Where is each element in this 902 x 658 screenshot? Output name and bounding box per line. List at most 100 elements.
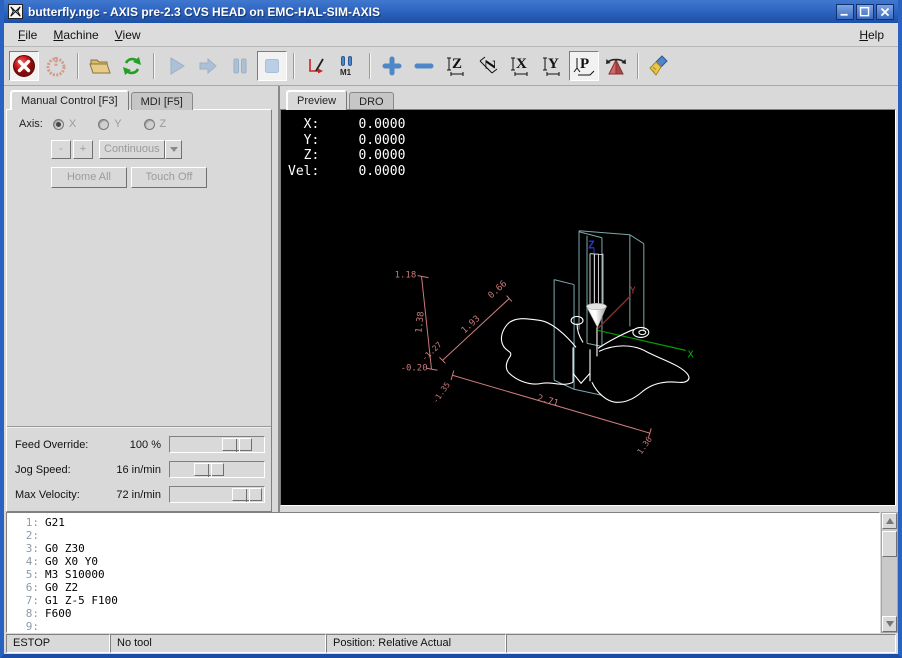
power-icon xyxy=(46,57,66,77)
gcode-line[interactable]: 4: G0 X0 Y0 xyxy=(13,555,879,568)
jog-minus-button[interactable]: - xyxy=(51,140,71,159)
gcode-area: 1: G21 2: 3: G0 Z30 4: G0 X0 Y0 5: M3 S10000 6: G0… xyxy=(4,512,898,633)
gcode-text: G1 Z-5 F100 xyxy=(45,594,118,607)
view-front-button[interactable]: Y xyxy=(537,51,567,81)
slider-label: Jog Speed: xyxy=(15,463,71,476)
jog-mode-value: Continuous xyxy=(99,140,165,159)
power-button[interactable] xyxy=(41,51,71,81)
run-icon xyxy=(170,57,185,75)
status-position-mode: Position: Relative Actual xyxy=(326,634,506,653)
view-perspective-button[interactable]: P xyxy=(569,51,599,81)
preview-canvas[interactable]: X: 0.0000 Y: 0.0000 Z: 0.0000 Vel: 0.0000 xyxy=(280,109,896,506)
scroll-down-icon[interactable] xyxy=(882,616,897,632)
minimize-button[interactable] xyxy=(836,3,854,20)
slider-track[interactable] xyxy=(169,486,265,503)
slider-thumb[interactable] xyxy=(232,488,263,502)
tab-mdi[interactable]: MDI [F5] xyxy=(130,92,193,110)
dimension-lines xyxy=(417,275,652,439)
tool-wireframe xyxy=(589,253,604,306)
gcode-scrollbar[interactable] xyxy=(881,512,898,633)
axis-radio-z[interactable] xyxy=(143,118,155,130)
tab-dro[interactable]: DRO xyxy=(349,92,394,110)
slider-thumb[interactable] xyxy=(221,438,252,452)
control-panel: Manual Control [F3] MDI [F5] Axis: X Y Z xyxy=(4,86,274,512)
step-button[interactable] xyxy=(193,51,223,81)
view-top-button[interactable]: Z xyxy=(441,51,471,81)
menu-item-help[interactable]: Help xyxy=(851,25,892,45)
gcode-line[interactable]: 5: M3 S10000 xyxy=(13,568,879,581)
step-icon xyxy=(199,57,217,75)
axis-label: Axis: xyxy=(19,118,43,130)
jog-plus-button[interactable]: + xyxy=(73,140,93,159)
open-file-button[interactable] xyxy=(85,51,115,81)
dim-z-max: 1.18 xyxy=(395,271,417,281)
menu-item-machine[interactable]: Machine xyxy=(45,25,106,45)
slider-value: 100 % xyxy=(129,438,161,451)
touch-off-button[interactable]: Touch Off xyxy=(131,167,207,188)
app-icon xyxy=(8,4,23,19)
optional-pause-toggle[interactable]: M1 xyxy=(333,51,363,81)
jog-row: - + Continuous xyxy=(51,140,271,159)
open-folder-icon xyxy=(89,59,111,74)
dro-line: X: 0.0000 xyxy=(288,117,406,132)
menu-item-file[interactable]: File xyxy=(10,25,45,45)
zoom-in-button[interactable] xyxy=(377,51,407,81)
slider-thumb[interactable] xyxy=(193,463,224,477)
menubar: File Machine View Help xyxy=(4,23,898,47)
dim-y-min: -1.27 xyxy=(420,340,444,363)
reload-button[interactable] xyxy=(117,51,147,81)
view-side-button[interactable]: X xyxy=(505,51,535,81)
clear-plot-button[interactable] xyxy=(645,51,675,81)
gcode-line[interactable]: 6: G0 Z2 xyxy=(13,581,879,594)
dro-line: Y: 0.0000 xyxy=(288,132,406,148)
close-button[interactable] xyxy=(876,3,894,20)
slider-label: Max Velocity: xyxy=(15,488,80,501)
slider-track[interactable] xyxy=(169,461,265,478)
titlebar[interactable]: butterfly.ngc - AXIS pre-2.3 CVS HEAD on… xyxy=(4,0,898,23)
view-rotated-top-button[interactable]: Z xyxy=(473,51,503,81)
estop-button[interactable] xyxy=(9,51,39,81)
run-button[interactable] xyxy=(161,51,191,81)
scrollbar-track[interactable] xyxy=(882,529,897,616)
status-machine-state: ESTOP xyxy=(6,634,110,653)
gcode-line[interactable]: 8: F600 xyxy=(13,607,879,620)
gcode-line[interactable]: 7: G1 Z-5 F100 xyxy=(13,594,879,607)
line-number: 7: xyxy=(25,594,39,607)
gcode-line[interactable]: 9: xyxy=(13,620,879,633)
zoom-out-button[interactable] xyxy=(409,51,439,81)
toolbar-separator xyxy=(153,53,155,79)
slider-section: Feed Override: 100 % Jog Speed: 16 in/min Ma… xyxy=(7,426,271,511)
gcode-line[interactable]: 1: G21 xyxy=(13,516,879,529)
dim-z-size: 1.38 xyxy=(414,311,426,334)
line-number: 9: xyxy=(25,620,39,633)
zoom-out-icon xyxy=(414,63,434,69)
chevron-down-icon[interactable] xyxy=(165,140,182,159)
toolbar-separator xyxy=(369,53,371,79)
tab-manual-control[interactable]: Manual Control [F3] xyxy=(10,90,129,110)
scroll-up-icon[interactable] xyxy=(882,513,897,529)
gcode-line[interactable]: 2: xyxy=(13,529,879,542)
y-axis-label: Y xyxy=(630,286,636,297)
home-all-button[interactable]: Home All xyxy=(51,167,127,188)
line-number: 3: xyxy=(25,542,39,555)
dro-line: Vel: 0.0000 xyxy=(288,163,406,179)
tab-preview[interactable]: Preview xyxy=(286,90,348,110)
slider-track[interactable] xyxy=(169,436,265,453)
axis-radio-x[interactable] xyxy=(52,118,64,130)
jog-mode-select[interactable]: Continuous xyxy=(99,140,182,159)
slider-row: Feed Override: 100 % xyxy=(15,432,265,457)
gcode-view[interactable]: 1: G21 2: 3: G0 Z30 4: G0 X0 Y0 5: M3 S10000 6: G0… xyxy=(6,512,880,633)
toolbar-separator xyxy=(77,53,79,79)
rotate-view-button[interactable] xyxy=(601,51,631,81)
skip-lines-toggle[interactable] xyxy=(301,51,331,81)
stop-icon xyxy=(265,59,279,73)
scrollbar-thumb[interactable] xyxy=(882,531,897,557)
menu-item-view[interactable]: View xyxy=(107,25,149,45)
stop-button[interactable] xyxy=(257,51,287,81)
maximize-button[interactable] xyxy=(856,3,874,20)
dro-line: Z: 0.0000 xyxy=(288,148,406,163)
axis-radio-y[interactable] xyxy=(98,118,110,130)
toolbar: M1 Z Z X Y P xyxy=(4,47,898,86)
pause-button[interactable] xyxy=(225,51,255,81)
gcode-line[interactable]: 3: G0 Z30 xyxy=(13,542,879,555)
